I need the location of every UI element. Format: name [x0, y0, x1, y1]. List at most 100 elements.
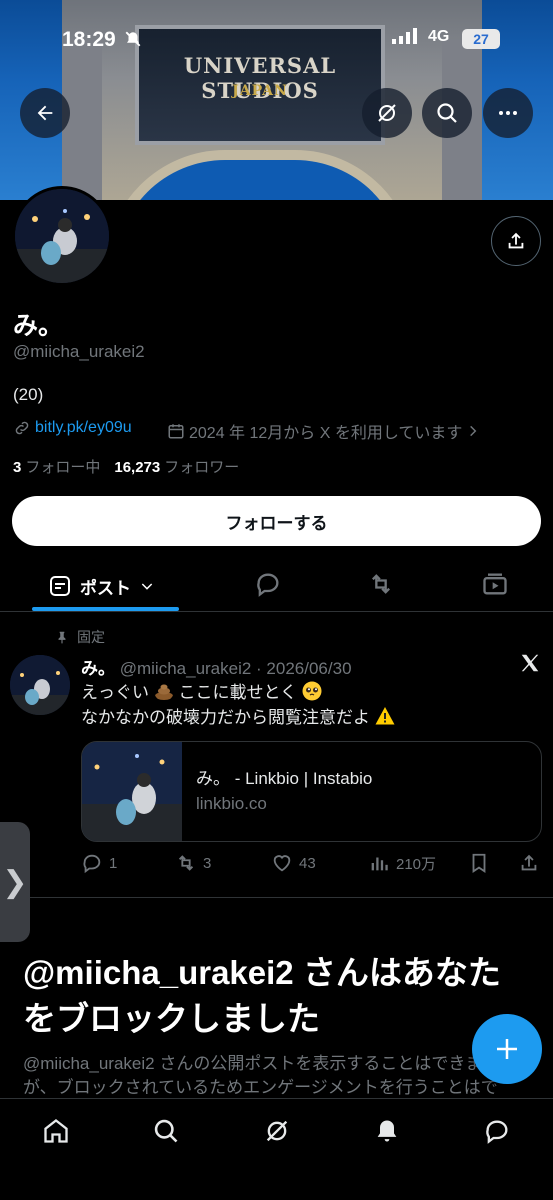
following-count: 3: [13, 459, 22, 476]
video-icon: [483, 573, 507, 595]
post-share-action[interactable]: [518, 852, 540, 874]
search-icon: [154, 1119, 178, 1143]
profile-name: み。: [13, 312, 64, 340]
poop-emoji-icon: [154, 684, 173, 700]
followers-link[interactable]: 16,273 フォロワー: [114, 456, 239, 477]
tab-posts-label: ポスト: [80, 578, 131, 598]
repost-count: 3: [203, 854, 212, 872]
battery-indicator: 27: [462, 29, 500, 49]
pinned-label: 固定: [77, 629, 105, 645]
like-count: 43: [299, 854, 316, 872]
chevron-right-icon: [470, 425, 477, 437]
following-link[interactable]: 3 フォロー中: [13, 456, 100, 477]
post-avatar[interactable]: [10, 655, 70, 715]
bookmark-action[interactable]: [468, 852, 490, 874]
share-icon: [521, 854, 537, 871]
link-card[interactable]: み。 - Linkbio | Instabio linkbio.co: [81, 741, 542, 842]
signal-icon: [392, 28, 418, 49]
profile-handle: @miicha_urakei2: [13, 342, 145, 361]
post-divider: [0, 897, 553, 898]
share-button[interactable]: [491, 216, 541, 266]
nav-grok[interactable]: [257, 1111, 297, 1151]
like-action[interactable]: 43: [271, 852, 316, 874]
grok-button[interactable]: [362, 88, 412, 138]
calendar-icon: [168, 424, 184, 439]
post-icon: [50, 576, 70, 596]
status-time: 18:29: [62, 28, 142, 52]
block-title: @miicha_urakei2 さんはあなたをブロックしました: [23, 954, 501, 1037]
back-button[interactable]: [20, 88, 70, 138]
tab-replies[interactable]: [254, 570, 282, 598]
follow-button[interactable]: フォローする: [12, 496, 541, 546]
pinned-indicator: 固定: [55, 627, 105, 647]
profile-joined[interactable]: 2024 年 12月から X を利用しています: [167, 419, 480, 443]
reply-bubble-icon: [257, 573, 279, 597]
more-dots-icon: [499, 111, 517, 115]
pin-icon: [58, 631, 66, 644]
link-icon: [15, 421, 29, 435]
followers-label: フォロワー: [164, 459, 240, 476]
chat-bubble-icon: [486, 1120, 508, 1144]
search-icon: [437, 103, 457, 123]
tab-posts[interactable]: ポスト: [32, 560, 179, 612]
grok-icon: [266, 1120, 288, 1142]
profile-avatar[interactable]: [12, 186, 112, 286]
banner-sign-line2: JAPAN: [232, 83, 288, 99]
post-line-2-text: なかなかの破壊力だから閲覧注意だよ: [81, 708, 370, 727]
home-icon: [44, 1119, 68, 1143]
views-chart-icon: [371, 857, 388, 871]
link-card-title: み。 - Linkbio | Instabio: [196, 769, 373, 788]
nav-messages[interactable]: [477, 1111, 517, 1151]
profile-stats: 3 フォロー中 16,273 フォロワー: [13, 456, 239, 477]
post-header: み。 @miicha_urakei2 · 2026/06/30: [81, 654, 352, 679]
repost-icon: [372, 574, 390, 594]
views-action[interactable]: 210万: [368, 852, 436, 874]
chevron-down-icon: [141, 583, 153, 590]
bell-slash-icon: [125, 31, 140, 47]
following-label: フォロー中: [25, 459, 101, 476]
more-button[interactable]: [483, 88, 533, 138]
network-type: 4G: [428, 28, 450, 45]
block-body: @miicha_urakei2 さんの公開ポストを表示することはできますが、ブロ…: [23, 1054, 500, 1097]
post-author[interactable]: み。: [81, 659, 115, 678]
tab-reposts[interactable]: [367, 570, 395, 598]
compose-button[interactable]: [472, 1014, 542, 1084]
search-button[interactable]: [422, 88, 472, 138]
bottom-nav: [0, 1098, 553, 1200]
post-line-1a: えっぐい: [81, 683, 149, 702]
status-time-text: 18:29: [62, 28, 116, 51]
plus-icon: [497, 1039, 517, 1059]
post-avatar-photo: [10, 655, 70, 715]
heart-icon: [273, 855, 291, 872]
profile-link[interactable]: bitly.pk/ey09u: [13, 419, 132, 437]
post-line-1b: ここに載せとく: [178, 683, 297, 702]
warning-emoji-icon: [375, 707, 395, 725]
followers-count: 16,273: [114, 459, 161, 476]
reply-action[interactable]: 1: [81, 852, 117, 874]
post-handle-date: @miicha_urakei2 · 2026/06/30: [119, 659, 352, 678]
post-text: えっぐい ここに載せとく なかなかの破壊力だから閲覧注意だよ: [81, 680, 395, 730]
reply-count: 1: [109, 854, 118, 872]
repost-icon: [178, 855, 194, 871]
pleading-face-emoji-icon: [302, 681, 322, 701]
view-count: 210万: [396, 855, 437, 873]
reply-icon: [83, 854, 101, 874]
nav-notifications[interactable]: [367, 1111, 407, 1151]
side-drawer-handle[interactable]: ❯: [0, 822, 30, 942]
post-line-2: なかなかの破壊力だから閲覧注意だよ: [81, 705, 395, 730]
tab-media[interactable]: [481, 570, 509, 598]
nav-home[interactable]: [36, 1111, 76, 1151]
avatar-photo: [15, 189, 109, 283]
profile-link-text[interactable]: bitly.pk/ey09u: [35, 419, 132, 437]
x-logo-icon: [519, 652, 541, 679]
post-line-1: えっぐい ここに載せとく: [81, 680, 395, 705]
arrow-left-icon: [37, 105, 53, 121]
nav-search[interactable]: [146, 1111, 186, 1151]
share-icon: [508, 232, 524, 249]
tab-active-indicator: [32, 607, 179, 611]
banner-sign: UNIVERSAL STUDIOS JAPAN: [135, 25, 385, 145]
bell-icon: [377, 1120, 397, 1142]
profile-bio: (20): [13, 385, 44, 404]
repost-action[interactable]: 3: [175, 852, 211, 874]
link-card-image: [82, 742, 182, 841]
